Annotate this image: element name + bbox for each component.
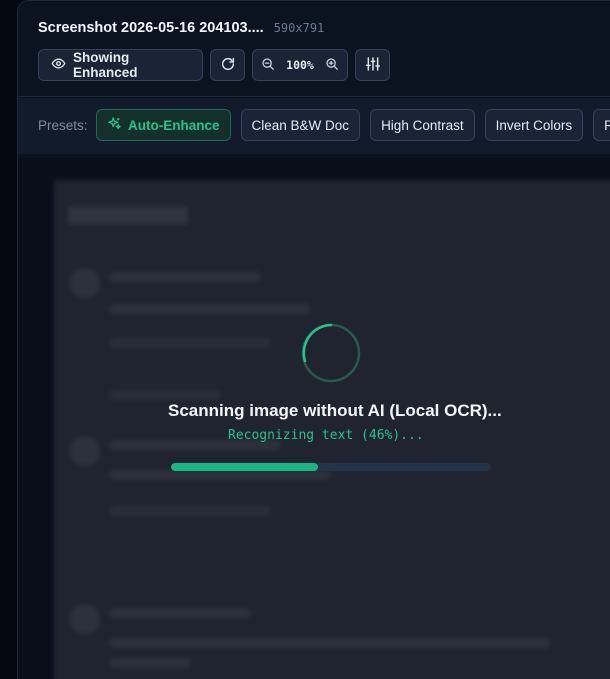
zoom-in-button[interactable] — [325, 57, 339, 74]
image-dimensions: 590x791 — [273, 21, 325, 35]
adjustments-button[interactable] — [355, 49, 390, 81]
view-toggle-label: Showing Enhanced — [73, 50, 138, 80]
preset-list: Auto-Enhance Clean B&W Doc High Contrast… — [96, 109, 610, 141]
header: Screenshot 2026-05-16 204103.... 590x791… — [18, 1, 610, 97]
scan-progress-bar — [171, 463, 491, 471]
zoom-level: 100% — [286, 58, 314, 72]
scan-title: Scanning image without AI (Local OCR)... — [168, 401, 502, 420]
preset-label: Auto-Enhance — [128, 117, 220, 133]
presets-label: Presets: — [38, 118, 88, 133]
zoom-in-icon — [326, 57, 338, 70]
title-row: Screenshot 2026-05-16 204103.... 590x791 — [38, 20, 324, 36]
preset-auto-enhance[interactable]: Auto-Enhance — [96, 109, 231, 141]
eye-icon — [51, 56, 66, 74]
preset-clean-bw-doc[interactable]: Clean B&W Doc — [240, 109, 361, 141]
scan-status: Recognizing text (46%)... — [228, 428, 424, 443]
toolbar: Showing Enhanced 100% — [38, 49, 390, 81]
sparkles-icon — [107, 116, 122, 134]
presets-bar: Presets: Auto-Enhance Clean B&W Doc High… — [18, 98, 610, 254]
reset-button[interactable] — [210, 49, 245, 81]
preset-invert-colors[interactable]: Invert Colors — [484, 109, 584, 141]
refresh-icon — [220, 56, 236, 75]
view-toggle-button[interactable]: Showing Enhanced — [38, 49, 203, 81]
zoom-out-icon — [262, 57, 274, 70]
zoom-out-button[interactable] — [261, 57, 275, 74]
loading-spinner-icon — [301, 323, 361, 388]
sliders-icon — [365, 56, 381, 75]
zoom-control: 100% — [252, 49, 348, 81]
preset-label: Clean B&W Doc — [251, 117, 350, 133]
scan-progress-fill — [171, 463, 319, 471]
preset-label: High Contrast — [381, 117, 464, 133]
image-editor-panel: Screenshot 2026-05-16 204103.... 590x791… — [17, 0, 610, 679]
preset-label: R — [604, 118, 610, 133]
preset-more[interactable]: R — [593, 109, 610, 141]
preset-high-contrast[interactable]: High Contrast — [370, 109, 475, 141]
preset-label: Invert Colors — [495, 117, 573, 133]
file-title: Screenshot 2026-05-16 204103.... — [38, 20, 264, 36]
